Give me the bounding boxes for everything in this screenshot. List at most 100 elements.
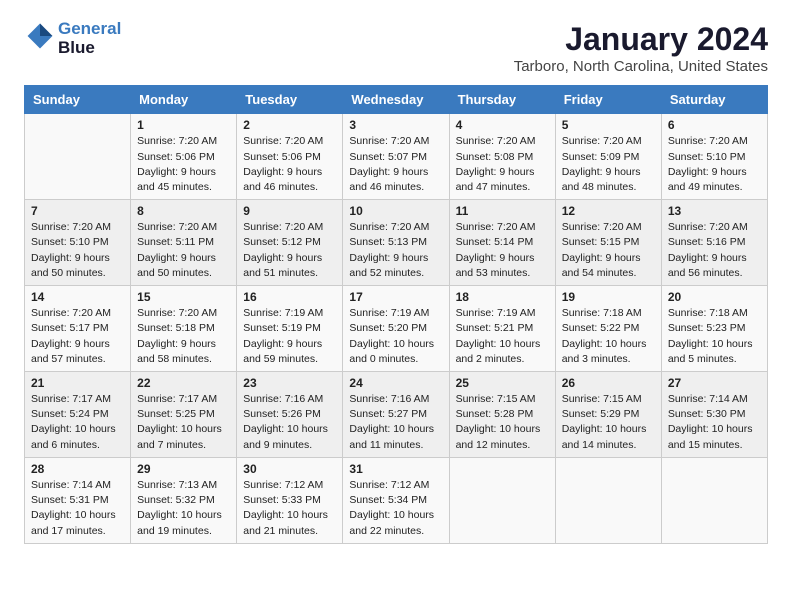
day-info: Sunrise: 7:15 AM Sunset: 5:28 PM Dayligh… (456, 392, 549, 453)
calendar-cell: 29 Sunrise: 7:13 AM Sunset: 5:32 PM Dayli… (131, 457, 237, 543)
day-number: 1 (137, 118, 230, 132)
calendar-week-2: 7 Sunrise: 7:20 AM Sunset: 5:10 PM Daylig… (25, 200, 768, 286)
day-number: 8 (137, 204, 230, 218)
day-number: 2 (243, 118, 336, 132)
day-number: 23 (243, 376, 336, 390)
day-info: Sunrise: 7:20 AM Sunset: 5:10 PM Dayligh… (668, 134, 761, 195)
day-number: 31 (349, 462, 442, 476)
calendar-title: January 2024 (514, 20, 768, 58)
day-info: Sunrise: 7:20 AM Sunset: 5:15 PM Dayligh… (562, 220, 655, 281)
calendar-cell: 3Sunrise: 7:20 AM Sunset: 5:07 PM Daylig… (343, 114, 449, 200)
calendar-cell (661, 457, 767, 543)
day-info: Sunrise: 7:18 AM Sunset: 5:22 PM Dayligh… (562, 306, 655, 367)
calendar-cell: 31 Sunrise: 7:12 AM Sunset: 5:34 PM Dayli… (343, 457, 449, 543)
day-info: Sunrise: 7:20 AM Sunset: 5:16 PM Dayligh… (668, 220, 761, 281)
logo-text: General Blue (58, 20, 121, 57)
day-number: 21 (31, 376, 124, 390)
day-number: 10 (349, 204, 442, 218)
day-number: 25 (456, 376, 549, 390)
logo-icon (26, 22, 54, 50)
calendar-table: SundayMondayTuesdayWednesdayThursdayFrid… (24, 85, 768, 543)
day-number: 15 (137, 290, 230, 304)
calendar-cell (555, 457, 661, 543)
calendar-cell: 6Sunrise: 7:20 AM Sunset: 5:10 PM Daylig… (661, 114, 767, 200)
calendar-cell: 24 Sunrise: 7:16 AM Sunset: 5:27 PM Dayli… (343, 372, 449, 458)
weekday-header-friday: Friday (555, 86, 661, 114)
calendar-cell: 9 Sunrise: 7:20 AM Sunset: 5:12 PM Daylig… (237, 200, 343, 286)
day-info: Sunrise: 7:20 AM Sunset: 5:06 PM Dayligh… (137, 134, 230, 195)
calendar-cell: 16Sunrise: 7:19 AM Sunset: 5:19 PM Dayli… (237, 286, 343, 372)
weekday-header-wednesday: Wednesday (343, 86, 449, 114)
day-number: 18 (456, 290, 549, 304)
day-info: Sunrise: 7:20 AM Sunset: 5:17 PM Dayligh… (31, 306, 124, 367)
calendar-cell: 26 Sunrise: 7:15 AM Sunset: 5:29 PM Dayli… (555, 372, 661, 458)
day-info: Sunrise: 7:20 AM Sunset: 5:13 PM Dayligh… (349, 220, 442, 281)
day-number: 30 (243, 462, 336, 476)
calendar-cell: 28 Sunrise: 7:14 AM Sunset: 5:31 PM Dayli… (25, 457, 131, 543)
logo: General Blue (24, 20, 121, 57)
day-info: Sunrise: 7:16 AM Sunset: 5:27 PM Dayligh… (349, 392, 442, 453)
day-info: Sunrise: 7:20 AM Sunset: 5:11 PM Dayligh… (137, 220, 230, 281)
day-number: 29 (137, 462, 230, 476)
day-number: 16 (243, 290, 336, 304)
day-info: Sunrise: 7:20 AM Sunset: 5:12 PM Dayligh… (243, 220, 336, 281)
calendar-cell: 15Sunrise: 7:20 AM Sunset: 5:18 PM Dayli… (131, 286, 237, 372)
day-number: 22 (137, 376, 230, 390)
calendar-cell (449, 457, 555, 543)
day-info: Sunrise: 7:20 AM Sunset: 5:09 PM Dayligh… (562, 134, 655, 195)
calendar-cell: 20 Sunrise: 7:18 AM Sunset: 5:23 PM Dayli… (661, 286, 767, 372)
calendar-header: SundayMondayTuesdayWednesdayThursdayFrid… (25, 86, 768, 114)
calendar-cell: 19 Sunrise: 7:18 AM Sunset: 5:22 PM Dayli… (555, 286, 661, 372)
day-number: 12 (562, 204, 655, 218)
day-info: Sunrise: 7:19 AM Sunset: 5:20 PM Dayligh… (349, 306, 442, 367)
calendar-body: 1 Sunrise: 7:20 AM Sunset: 5:06 PM Daylig… (25, 114, 768, 543)
calendar-cell: 21 Sunrise: 7:17 AM Sunset: 5:24 PM Dayli… (25, 372, 131, 458)
calendar-cell: 13 Sunrise: 7:20 AM Sunset: 5:16 PM Dayli… (661, 200, 767, 286)
weekday-header-monday: Monday (131, 86, 237, 114)
day-info: Sunrise: 7:16 AM Sunset: 5:26 PM Dayligh… (243, 392, 336, 453)
calendar-cell: 12 Sunrise: 7:20 AM Sunset: 5:15 PM Dayli… (555, 200, 661, 286)
page-header: General Blue January 2024 Tarboro, North… (24, 20, 768, 75)
day-info: Sunrise: 7:15 AM Sunset: 5:29 PM Dayligh… (562, 392, 655, 453)
day-info: Sunrise: 7:17 AM Sunset: 5:25 PM Dayligh… (137, 392, 230, 453)
day-info: Sunrise: 7:13 AM Sunset: 5:32 PM Dayligh… (137, 478, 230, 539)
weekday-header-sunday: Sunday (25, 86, 131, 114)
calendar-cell: 11 Sunrise: 7:20 AM Sunset: 5:14 PM Dayli… (449, 200, 555, 286)
calendar-week-4: 21 Sunrise: 7:17 AM Sunset: 5:24 PM Dayli… (25, 372, 768, 458)
day-info: Sunrise: 7:18 AM Sunset: 5:23 PM Dayligh… (668, 306, 761, 367)
day-info: Sunrise: 7:17 AM Sunset: 5:24 PM Dayligh… (31, 392, 124, 453)
day-number: 28 (31, 462, 124, 476)
day-number: 13 (668, 204, 761, 218)
day-number: 24 (349, 376, 442, 390)
day-number: 26 (562, 376, 655, 390)
weekday-header-row: SundayMondayTuesdayWednesdayThursdayFrid… (25, 86, 768, 114)
calendar-cell: 14 Sunrise: 7:20 AM Sunset: 5:17 PM Dayli… (25, 286, 131, 372)
day-number: 7 (31, 204, 124, 218)
day-info: Sunrise: 7:14 AM Sunset: 5:31 PM Dayligh… (31, 478, 124, 539)
calendar-cell: 1 Sunrise: 7:20 AM Sunset: 5:06 PM Daylig… (131, 114, 237, 200)
calendar-cell: 5Sunrise: 7:20 AM Sunset: 5:09 PM Daylig… (555, 114, 661, 200)
calendar-cell: 4Sunrise: 7:20 AM Sunset: 5:08 PM Daylig… (449, 114, 555, 200)
title-block: January 2024 Tarboro, North Carolina, Un… (514, 20, 768, 75)
day-number: 27 (668, 376, 761, 390)
weekday-header-thursday: Thursday (449, 86, 555, 114)
day-number: 19 (562, 290, 655, 304)
calendar-cell: 30Sunrise: 7:12 AM Sunset: 5:33 PM Dayli… (237, 457, 343, 543)
day-number: 20 (668, 290, 761, 304)
calendar-cell: 22 Sunrise: 7:17 AM Sunset: 5:25 PM Dayli… (131, 372, 237, 458)
calendar-cell: 8 Sunrise: 7:20 AM Sunset: 5:11 PM Daylig… (131, 200, 237, 286)
day-number: 14 (31, 290, 124, 304)
day-info: Sunrise: 7:14 AM Sunset: 5:30 PM Dayligh… (668, 392, 761, 453)
day-number: 9 (243, 204, 336, 218)
calendar-cell: 27 Sunrise: 7:14 AM Sunset: 5:30 PM Dayli… (661, 372, 767, 458)
day-number: 17 (349, 290, 442, 304)
day-info: Sunrise: 7:20 AM Sunset: 5:10 PM Dayligh… (31, 220, 124, 281)
calendar-cell (25, 114, 131, 200)
calendar-cell: 18Sunrise: 7:19 AM Sunset: 5:21 PM Dayli… (449, 286, 555, 372)
day-info: Sunrise: 7:12 AM Sunset: 5:34 PM Dayligh… (349, 478, 442, 539)
day-number: 11 (456, 204, 549, 218)
calendar-week-3: 14 Sunrise: 7:20 AM Sunset: 5:17 PM Dayli… (25, 286, 768, 372)
day-info: Sunrise: 7:20 AM Sunset: 5:14 PM Dayligh… (456, 220, 549, 281)
day-number: 4 (456, 118, 549, 132)
calendar-subtitle: Tarboro, North Carolina, United States (514, 58, 768, 75)
